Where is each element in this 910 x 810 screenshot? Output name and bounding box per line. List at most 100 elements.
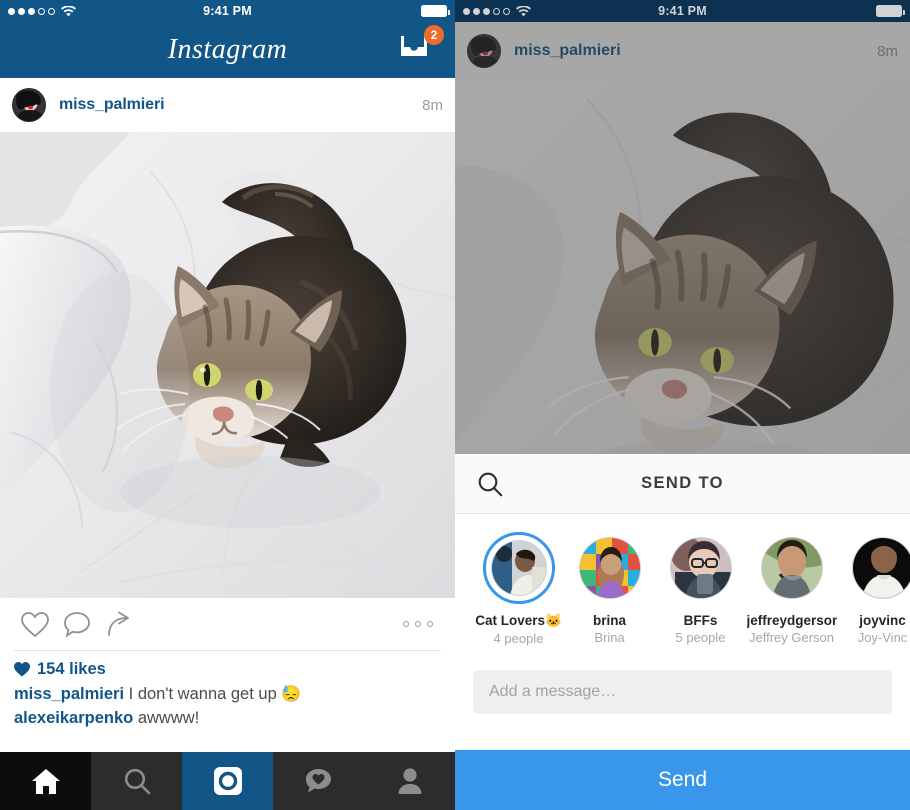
status-bar: 9:41 PM (455, 0, 910, 22)
avatar[interactable] (467, 34, 501, 68)
recipient-selected-ring (482, 532, 555, 604)
tab-search[interactable] (91, 752, 182, 810)
recipient-ring (756, 532, 828, 604)
camera-icon (213, 767, 242, 795)
home-icon (31, 768, 60, 794)
recipient-ring (574, 532, 646, 604)
caption-text: I don't wanna get up (128, 685, 277, 703)
photo-cat-on-bed (0, 132, 455, 598)
recipient-name: brina (592, 613, 626, 628)
comment-username[interactable]: alexeikarpenko (14, 709, 133, 727)
post-timestamp: 8m (422, 96, 443, 114)
message-input[interactable]: Add a message… (473, 670, 892, 714)
signal-strength-dots (463, 7, 510, 15)
avatar (490, 540, 547, 596)
list-item[interactable]: brina Brina (564, 532, 655, 646)
send-button[interactable]: Send (455, 750, 910, 810)
signal-dot (38, 7, 45, 15)
battery-icon (876, 5, 905, 17)
search-icon (478, 472, 503, 496)
list-item[interactable]: Cat Lovers🐱 4 people (473, 532, 564, 646)
recipient-subtitle: 5 people (675, 630, 726, 645)
signal-dot (48, 7, 55, 15)
post-photo[interactable] (0, 132, 455, 598)
post-timestamp: 8m (877, 42, 898, 60)
more-options-icon (403, 621, 409, 627)
comment-line: alexeikarpenko awwww! (14, 707, 441, 731)
recipient-ring (847, 532, 910, 604)
avatar[interactable] (12, 88, 46, 122)
signal-dot (493, 7, 500, 15)
recipient-subtitle: Joy-Vinc (857, 630, 908, 645)
likes-count-text: 154 likes (37, 660, 106, 678)
list-item[interactable]: jeffreydgerson Jeffrey Gerson (746, 532, 837, 646)
tab-camera[interactable] (182, 752, 273, 810)
post-header: miss_palmieri 8m (0, 78, 455, 132)
inbox-button[interactable]: 2 (397, 25, 444, 70)
avatar-image (761, 538, 822, 598)
signal-dot (18, 7, 25, 15)
list-item[interactable]: joyvinc Joy-Vinc (837, 532, 910, 646)
likes-row[interactable]: 154 likes (14, 660, 441, 679)
tab-profile[interactable] (364, 752, 455, 810)
more-options-icon (415, 621, 421, 627)
avatar-image (579, 538, 640, 598)
post-username[interactable]: miss_palmieri (514, 42, 621, 60)
avatar-image (670, 538, 731, 598)
avatar (669, 537, 732, 599)
activity-heart-icon (306, 768, 331, 792)
recipient-name: jeffreydgerson (746, 613, 837, 628)
status-bar: 9:41 PM (0, 0, 455, 22)
comment-bubble-icon (64, 611, 90, 638)
app-navbar: Instagram 2 (0, 22, 455, 78)
recipient-list[interactable]: Cat Lovers🐱 4 people brina Brina BFFs 5 … (455, 514, 910, 656)
caption-username[interactable]: miss_palmieri (14, 685, 124, 703)
more-options-icon (427, 621, 433, 627)
signal-dot (473, 7, 480, 15)
profile-person-icon (398, 768, 421, 794)
avatar-image (491, 541, 546, 595)
signal-strength-dots (8, 7, 55, 15)
inbox-badge-count: 2 (424, 25, 444, 45)
signal-dot (503, 7, 510, 15)
avatar-image (13, 89, 45, 121)
tab-activity[interactable] (273, 752, 364, 810)
like-button[interactable] (14, 603, 56, 645)
avatar (851, 537, 910, 599)
search-button[interactable] (473, 467, 507, 501)
caption-line: miss_palmieri I don't wanna get up 😓 (14, 683, 441, 707)
wifi-icon (61, 5, 76, 16)
comment-text: awwww! (137, 708, 200, 727)
more-options-button[interactable] (403, 621, 441, 627)
avatar (578, 537, 641, 599)
signal-dot (28, 7, 35, 15)
caption-emoji: 😓 (281, 686, 302, 703)
list-item[interactable]: BFFs 5 people (655, 532, 746, 646)
recipient-name: joyvinc (859, 613, 906, 628)
recipient-name: BFFs (683, 613, 718, 628)
phone-screen-feed: 9:41 PM Instagram 2 miss_palmieri 8m 154… (0, 0, 455, 810)
share-arrow-icon (108, 611, 129, 636)
recipient-name: Cat Lovers🐱 (475, 613, 562, 628)
post-photo[interactable] (455, 80, 910, 454)
two-phone-comparison: 9:41 PM Instagram 2 miss_palmieri 8m 154… (0, 0, 910, 810)
phone-screen-send-to: 9:41 PM miss_palmieri 8m SEND TO Cat Lov… (455, 0, 910, 810)
send-to-title: SEND TO (641, 474, 724, 492)
battery-icon (421, 5, 450, 17)
signal-dot (463, 7, 470, 15)
search-icon (124, 768, 150, 795)
post-header: miss_palmieri 8m (455, 22, 910, 80)
post-username[interactable]: miss_palmieri (59, 96, 165, 114)
avatar-image (852, 538, 910, 598)
instagram-logo: Instagram (167, 34, 288, 65)
signal-dot (8, 7, 15, 15)
avatar-image (468, 35, 500, 67)
comment-button[interactable] (56, 603, 98, 645)
message-input-wrapper: Add a message… (455, 656, 910, 730)
avatar (760, 537, 823, 599)
share-button[interactable] (98, 603, 140, 645)
tab-home[interactable] (0, 752, 91, 810)
photo-cat-on-bed (455, 80, 910, 454)
recipient-subtitle: 4 people (493, 631, 544, 646)
bottom-tab-bar (0, 752, 455, 810)
